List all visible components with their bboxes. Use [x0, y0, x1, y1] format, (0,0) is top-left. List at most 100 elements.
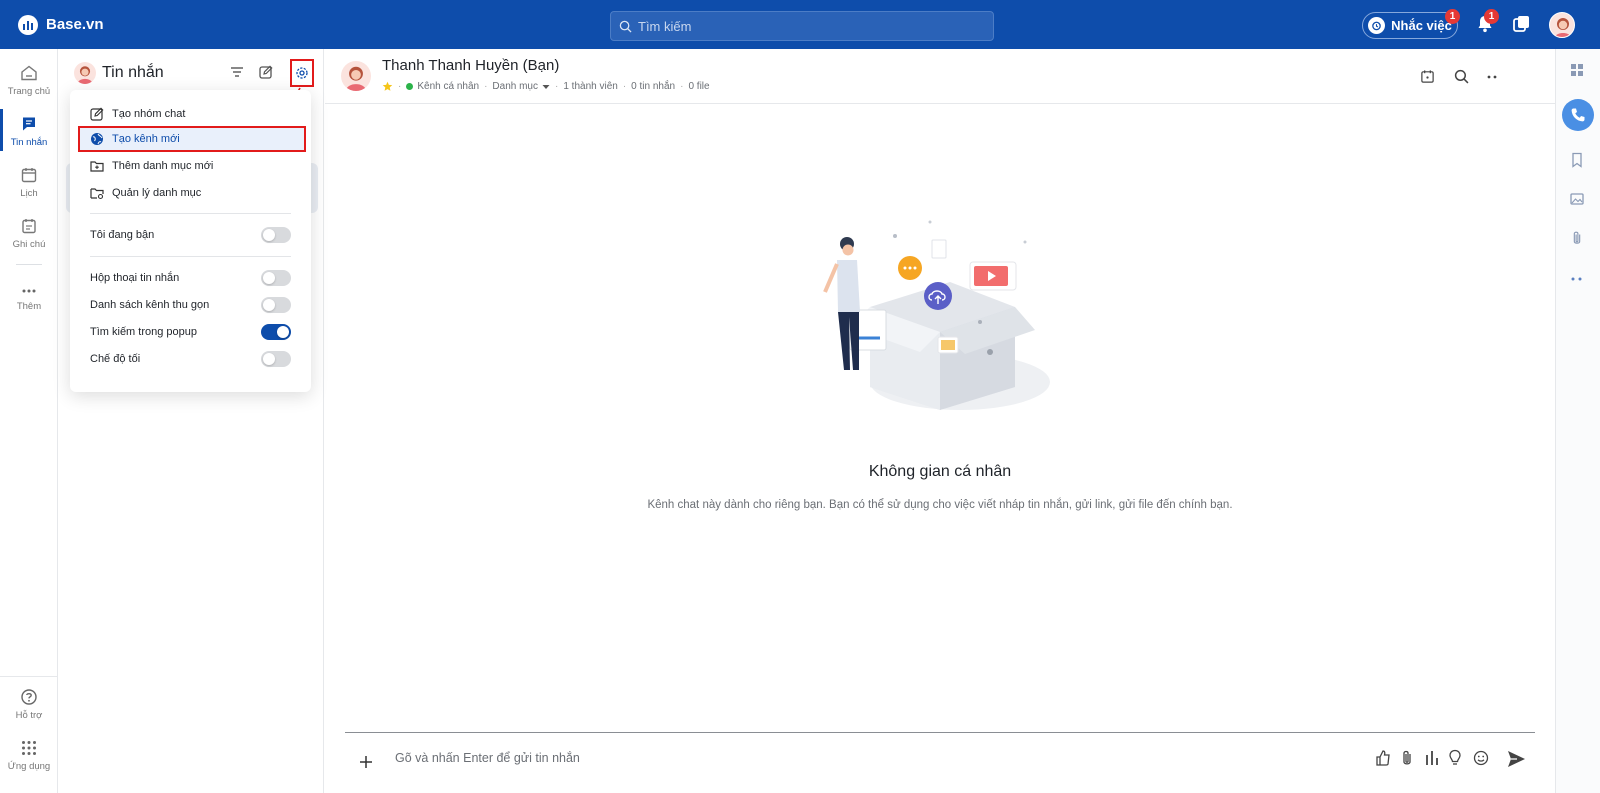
rail-item-home[interactable]: Trang chủ	[0, 64, 58, 97]
compact-list-toggle[interactable]	[261, 297, 291, 313]
menu-item-add-category[interactable]: Thêm danh mục mới	[70, 153, 311, 179]
settings-dropdown: Tạo nhóm chat Tạo kênh mới Thêm danh mục…	[70, 90, 311, 392]
home-icon	[20, 64, 38, 82]
search-icon[interactable]	[1454, 69, 1469, 84]
category-dropdown[interactable]: Danh mục	[492, 81, 550, 92]
chat-icon	[20, 115, 38, 133]
menu-item-label: Quản lý danh mục	[112, 187, 202, 199]
send-icon[interactable]	[1506, 749, 1526, 769]
empty-state-illustration-icon	[823, 220, 1050, 410]
poll-chart-icon[interactable]	[1424, 749, 1440, 767]
message-input[interactable]	[395, 751, 1295, 765]
rail-item-calendar[interactable]: Lịch	[0, 166, 58, 199]
menu-divider	[90, 213, 291, 214]
rail-label: Ứng dụng	[7, 761, 51, 772]
toggle-row-dark-mode: Chế độ tối	[70, 347, 311, 371]
search-input[interactable]	[638, 18, 968, 34]
toggle-row-popup-search: Tìm kiếm trong popup	[70, 320, 311, 344]
thumbs-up-icon[interactable]	[1375, 749, 1391, 767]
empty-state-title: Không gian cá nhân	[868, 463, 1012, 480]
brand-name: Base.vn	[46, 16, 104, 33]
edit-square-icon	[90, 107, 104, 121]
filter-icon[interactable]	[230, 66, 244, 78]
attachment-icon[interactable]	[1570, 230, 1584, 246]
toggle-label: Tôi đang bận	[90, 229, 155, 241]
left-rail: Trang chủ Tin nhắn Lịch Ghi chú Thêm Hỗ …	[0, 49, 58, 793]
windows-icon[interactable]	[1512, 14, 1532, 34]
compose-icon[interactable]	[259, 65, 273, 79]
rail-bottom-divider	[0, 676, 58, 677]
image-icon[interactable]	[1570, 192, 1584, 206]
online-status-dot	[406, 83, 414, 90]
empty-state-description: Kênh chat này dành cho riêng bạn. Bạn có…	[647, 499, 1233, 511]
toggle-label: Danh sách kênh thu gọn	[90, 299, 210, 311]
remind-button[interactable]: Nhắc việc	[1362, 12, 1458, 39]
more-options-icon[interactable]	[1486, 75, 1498, 79]
folder-add-icon	[90, 159, 104, 173]
brand[interactable]: Base.vn	[18, 14, 104, 35]
toggle-row-busy: Tôi đang bận	[70, 223, 311, 247]
apps-grid-icon[interactable]	[1570, 63, 1584, 77]
menu-item-label: Tạo nhóm chat	[112, 108, 186, 120]
remind-badge: 1	[1445, 9, 1460, 24]
rail-item-help[interactable]: Hỗ trợ	[0, 688, 58, 721]
folder-settings-icon	[90, 186, 104, 200]
rail-label: Thêm	[16, 301, 42, 312]
global-search[interactable]	[610, 11, 994, 41]
rail-label: Tin nhắn	[10, 137, 48, 148]
note-icon	[20, 217, 38, 235]
popup-search-toggle[interactable]	[261, 324, 291, 340]
top-bar: Base.vn Nhắc việc 1 1	[0, 0, 1600, 49]
menu-divider	[90, 256, 291, 257]
dark-mode-toggle[interactable]	[261, 351, 291, 367]
user-avatar[interactable]	[1549, 12, 1575, 38]
calendar-check-icon[interactable]	[1420, 69, 1435, 84]
alarm-clock-icon	[1368, 17, 1386, 34]
base-logo-icon	[18, 14, 38, 35]
rail-item-apps[interactable]: Ứng dụng	[0, 739, 58, 772]
member-count[interactable]: 1 thành viên	[563, 81, 618, 92]
emoji-icon[interactable]	[1473, 750, 1489, 766]
user-avatar[interactable]	[74, 62, 96, 84]
star-icon[interactable]	[382, 81, 393, 92]
menu-item-label: Thêm danh mục mới	[112, 160, 214, 172]
bookmark-icon[interactable]	[1570, 152, 1584, 168]
panel-header: Tin nhắn	[74, 62, 164, 84]
notification-badge: 1	[1484, 9, 1499, 24]
chat-dialog-toggle[interactable]	[261, 270, 291, 286]
panel-title: Tin nhắn	[102, 64, 164, 81]
menu-item-manage-category[interactable]: Quản lý danh mục	[70, 180, 311, 206]
lightbulb-icon[interactable]	[1448, 749, 1462, 767]
chat-avatar[interactable]	[341, 61, 371, 91]
toggle-label: Hộp thoại tin nhắn	[90, 272, 180, 284]
search-icon	[619, 20, 632, 33]
caret-down-icon	[542, 84, 550, 90]
file-count[interactable]: 0 file	[688, 81, 709, 92]
rail-item-more[interactable]: Thêm	[0, 285, 58, 312]
menu-item-create-group[interactable]: Tạo nhóm chat	[70, 101, 311, 127]
paperclip-icon[interactable]	[1400, 749, 1414, 767]
toggle-label: Tìm kiếm trong popup	[90, 326, 197, 338]
rail-label: Hỗ trợ	[15, 710, 43, 721]
rail-item-messages[interactable]: Tin nhắn	[0, 109, 58, 151]
help-icon	[20, 688, 38, 706]
rail-label: Ghi chú	[12, 239, 46, 250]
plus-icon[interactable]	[359, 755, 373, 769]
globe-icon	[90, 132, 104, 146]
menu-item-label: Tạo kênh mới	[112, 133, 180, 145]
toggle-label: Chế độ tối	[90, 353, 141, 365]
toggle-row-compact-list: Danh sách kênh thu gọn	[70, 293, 311, 317]
rail-label: Trang chủ	[7, 86, 51, 97]
category-label: Danh mục	[492, 81, 538, 92]
rail-label: Lịch	[20, 188, 38, 199]
busy-toggle[interactable]	[261, 227, 291, 243]
call-button[interactable]	[1562, 99, 1594, 131]
more-dots-icon[interactable]	[1570, 277, 1584, 281]
chat-title: Thanh Thanh Huyền (Bạn)	[382, 57, 560, 74]
menu-item-create-channel[interactable]: Tạo kênh mới	[78, 126, 306, 152]
channel-type: Kênh cá nhân	[417, 81, 480, 92]
rail-divider	[16, 264, 42, 265]
message-count: 0 tin nhắn	[631, 81, 676, 92]
rail-item-notes[interactable]: Ghi chú	[0, 217, 58, 250]
phone-icon	[1570, 107, 1586, 123]
